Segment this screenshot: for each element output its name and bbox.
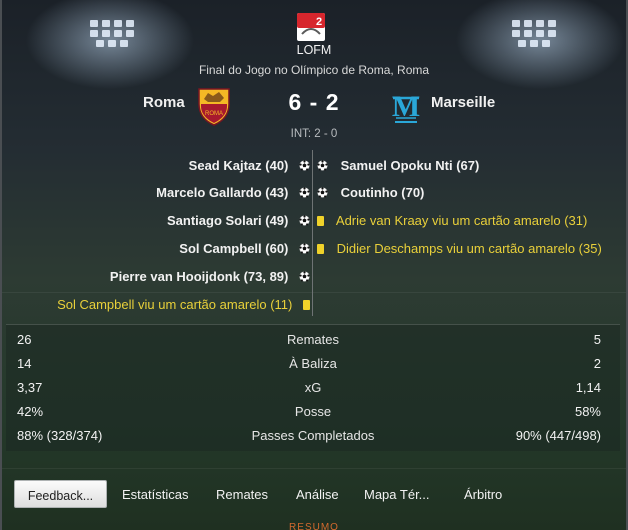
event-text: Sol Campbell (60) bbox=[179, 241, 289, 256]
events-divider bbox=[312, 150, 313, 316]
tab-shots[interactable]: Remates bbox=[216, 487, 268, 502]
summary-tab[interactable]: RESUMO bbox=[0, 522, 628, 530]
tab-referee[interactable]: Árbitro bbox=[464, 487, 502, 502]
stat-row: 42% Posse 58% bbox=[6, 402, 620, 422]
yellow-card-icon bbox=[303, 300, 310, 310]
stat-row: 88% (328/374) Passes Completados 90% (44… bbox=[6, 426, 620, 446]
ball-icon bbox=[299, 187, 310, 198]
event-text: Santiago Solari (49) bbox=[167, 213, 289, 228]
stat-away-value: 1,14 bbox=[575, 380, 601, 395]
stat-label: À Baliza bbox=[289, 356, 337, 371]
match-result-screen: 2 LOFM Final do Jogo no Olímpico de Roma… bbox=[0, 0, 628, 530]
stat-away-value: 58% bbox=[574, 404, 601, 419]
event-text: Coutinho (70) bbox=[340, 185, 425, 200]
ball-icon bbox=[299, 215, 310, 226]
yellow-card-icon bbox=[317, 244, 324, 254]
home-goal-event[interactable]: Sead Kajtaz (40) bbox=[189, 157, 310, 175]
event-text: Samuel Opoku Nti (67) bbox=[340, 158, 480, 173]
competition-logo-icon: 2 bbox=[297, 13, 325, 41]
away-goal-event[interactable]: Coutinho (70) bbox=[317, 184, 424, 202]
home-goal-event[interactable]: Sol Campbell (60) bbox=[179, 240, 310, 258]
competition-logo-number: 2 bbox=[316, 16, 322, 28]
ball-icon bbox=[317, 160, 328, 171]
match-stats-panel: 26 Remates 5 14 À Baliza 2 3,37 xG 1,14 … bbox=[6, 324, 620, 451]
ball-icon bbox=[317, 187, 328, 198]
home-goal-event[interactable]: Marcelo Gallardo (43) bbox=[156, 184, 310, 202]
tab-statistics[interactable]: Estatísticas bbox=[122, 487, 188, 502]
pitch-line bbox=[2, 292, 626, 293]
away-team-name[interactable]: Marseille bbox=[431, 94, 495, 111]
tab-analysis[interactable]: Análise bbox=[296, 487, 339, 502]
home-goal-event[interactable]: Pierre van Hooijdonk (73, 89) bbox=[110, 268, 310, 286]
away-goal-event[interactable]: Samuel Opoku Nti (67) bbox=[317, 157, 479, 175]
event-text: Sol Campbell viu um cartão amarelo (11) bbox=[57, 297, 293, 312]
stat-row: 3,37 xG 1,14 bbox=[6, 378, 620, 398]
home-card-event[interactable]: Sol Campbell viu um cartão amarelo (11) bbox=[57, 296, 310, 314]
stat-away-value: 5 bbox=[593, 332, 601, 347]
halftime-score: INT: 2 - 0 bbox=[290, 128, 338, 140]
match-venue: Final do Jogo no Olímpico de Roma, Roma bbox=[198, 63, 430, 77]
pitch-line bbox=[2, 468, 626, 469]
competition-name: LOFM bbox=[296, 43, 332, 57]
window-frame-left bbox=[0, 0, 2, 530]
event-text: Adrie van Kraay viu um cartão amarelo (3… bbox=[335, 213, 588, 228]
away-card-event[interactable]: Adrie van Kraay viu um cartão amarelo (3… bbox=[317, 212, 587, 230]
stat-away-value: 90% (447/498) bbox=[515, 428, 601, 443]
stat-label: Posse bbox=[294, 404, 332, 419]
event-text: Sead Kajtaz (40) bbox=[188, 158, 289, 173]
stat-away-value: 2 bbox=[593, 356, 601, 371]
tab-territory-map[interactable]: Mapa Tér... bbox=[364, 487, 430, 502]
ball-icon bbox=[299, 271, 310, 282]
event-text: Didier Deschamps viu um cartão amarelo (… bbox=[336, 241, 602, 256]
ball-icon bbox=[299, 243, 310, 254]
final-score: 6 - 2 bbox=[288, 89, 340, 115]
event-text: Marcelo Gallardo (43) bbox=[156, 185, 289, 200]
stat-label: Remates bbox=[286, 332, 340, 347]
stat-row: 14 À Baliza 2 bbox=[6, 354, 620, 374]
event-text: Pierre van Hooijdonk (73, 89) bbox=[109, 269, 289, 284]
feedback-button[interactable]: Feedback... bbox=[14, 480, 107, 508]
home-goal-event[interactable]: Santiago Solari (49) bbox=[167, 212, 310, 230]
stat-row: 26 Remates 5 bbox=[6, 330, 620, 350]
ball-icon bbox=[299, 160, 310, 171]
yellow-card-icon bbox=[317, 216, 324, 226]
away-card-event[interactable]: Didier Deschamps viu um cartão amarelo (… bbox=[317, 240, 602, 258]
marseille-crest-icon[interactable]: M bbox=[387, 86, 425, 130]
stat-label: xG bbox=[304, 380, 322, 395]
